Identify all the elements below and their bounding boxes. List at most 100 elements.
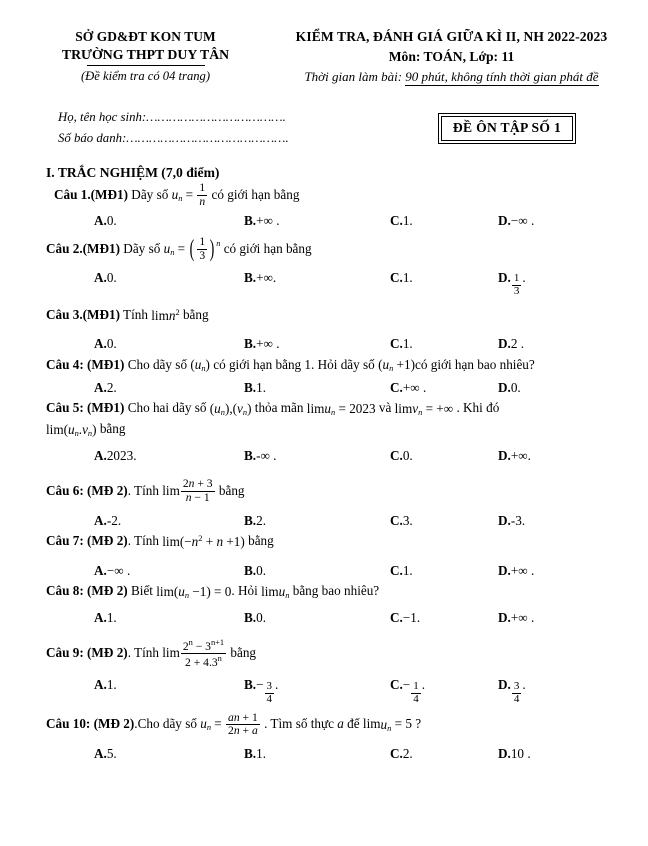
option-key: B. <box>244 677 257 693</box>
question-4-text-before: Cho dãy số <box>124 356 191 372</box>
question-7-label: Câu 7: (MĐ 2) <box>46 532 128 548</box>
question-8-text-after: bằng bao nhiêu? <box>289 582 380 598</box>
option-key: D. <box>498 336 511 352</box>
question-6-option-c[interactable]: C. 3. <box>390 511 498 530</box>
header-left-block: SỞ GD&ĐT KON TUM TRƯỜNG THPT DUY TÂN (Đề… <box>18 26 273 85</box>
option-key: A. <box>94 512 107 528</box>
question-5-option-b[interactable]: B. -∞ . <box>244 446 390 465</box>
question-9-option-c[interactable]: C. −1 4. <box>390 675 498 706</box>
question-5: Câu 5: (MĐ1) Cho hai dãy số (un),(vn) th… <box>46 398 628 465</box>
question-10-stem: Câu 10: (MĐ 2).Cho dãy số un = an + 1 2n … <box>46 711 628 738</box>
option-key: A. <box>94 379 107 395</box>
option-text: 1. <box>106 677 117 693</box>
question-10-label: Câu 10: (MĐ 2) <box>46 716 135 732</box>
question-5-option-a[interactable]: A. 2023. <box>94 446 244 465</box>
student-info-fields: Họ, tên học sinh:………………………………. Số báo da… <box>58 107 388 148</box>
question-3-option-d[interactable]: D. 2 . <box>498 334 598 353</box>
option-key: C. <box>390 512 403 528</box>
question-8-option-d[interactable]: D. +∞ . <box>498 608 598 627</box>
question-4-option-d[interactable]: D. 0. <box>498 378 598 397</box>
question-10-option-d[interactable]: D. 10 . <box>498 744 598 763</box>
question-5-cont-after: bằng <box>96 421 126 437</box>
option-key: A. <box>94 746 107 762</box>
option-text: 1. <box>402 562 413 578</box>
question-3-option-b[interactable]: B. +∞ . <box>244 334 390 353</box>
question-5-seqs: (un),(vn) <box>209 400 252 417</box>
question-1-text-before: Dãy số <box>128 186 172 202</box>
option-text: 1. <box>402 269 413 285</box>
question-7-options: A. −∞ . B. 0. C. 1. D. +∞ . <box>46 561 628 580</box>
option-text: +∞. <box>256 269 277 285</box>
option-key: D. <box>498 512 511 528</box>
option-key: B. <box>244 269 257 285</box>
question-3-option-a[interactable]: A. 0. <box>94 334 244 353</box>
option-text: . <box>522 677 526 693</box>
question-7-option-a[interactable]: A. −∞ . <box>94 561 244 580</box>
question-4-option-b[interactable]: B. 1. <box>244 378 390 397</box>
question-9-option-a[interactable]: A. 1. <box>94 675 244 706</box>
question-1: Câu 1.(MĐ1) Dãy số un = 1n có giới hạn b… <box>46 182 628 230</box>
question-5-text-after: . Khi đó <box>453 400 500 416</box>
question-7-formula: lim(−n2 + n +1) <box>162 533 245 549</box>
option-key: A. <box>94 677 107 693</box>
option-text: 0. <box>106 212 117 228</box>
exam-content: I. TRẮC NGHIỆM (7,0 điểm) Câu 1.(MĐ1) Dã… <box>0 165 648 764</box>
option-key: D. <box>498 746 511 762</box>
question-7-option-c[interactable]: C. 1. <box>390 561 498 580</box>
question-4-option-c[interactable]: C. +∞ . <box>390 378 498 397</box>
header-right-block: KIỂM TRA, ĐÁNH GIÁ GIỮA KÌ II, NH 2022-2… <box>273 26 630 87</box>
question-9-option-d[interactable]: D. 3 4 . <box>498 675 598 706</box>
student-name-line[interactable]: Họ, tên học sinh:………………………………. <box>58 107 388 128</box>
question-8-option-c[interactable]: C. −1. <box>390 608 498 627</box>
option-text: −1. <box>402 610 421 626</box>
question-6: Câu 6: (MĐ 2). Tính lim 2n + 3n − 1 bằng … <box>46 477 628 530</box>
question-5-option-d[interactable]: D. +∞. <box>498 446 598 465</box>
student-id-line[interactable]: Số báo danh:……………………………………. <box>58 128 388 149</box>
question-2-option-c[interactable]: C. 1. <box>390 268 498 299</box>
question-2-options: A. 0. B. +∞. C. 1. D. 1 3 . <box>46 268 628 299</box>
question-1-option-b[interactable]: B. +∞ . <box>244 211 390 230</box>
question-5-options: A. 2023. B. -∞ . C. 0. D. +∞. <box>46 446 628 465</box>
option-text: 1. <box>106 610 117 626</box>
option-key: B. <box>244 212 257 228</box>
option-text: +∞ . <box>510 610 535 626</box>
question-8-options: A. 1. B. 0. C. −1. D. +∞ . <box>46 608 628 627</box>
question-1-option-c[interactable]: C. 1. <box>390 211 498 230</box>
question-8-option-b[interactable]: B. 0. <box>244 608 390 627</box>
question-8-option-a[interactable]: A. 1. <box>94 608 244 627</box>
option-text: −∞ . <box>510 212 535 228</box>
question-4-option-a[interactable]: A. 2. <box>94 378 244 397</box>
time-value: 90 phút, không tính thời gian phát đề <box>405 69 599 87</box>
option-sign: − <box>256 677 264 693</box>
question-7-option-d[interactable]: D. +∞ . <box>498 561 598 580</box>
question-6-stem: Câu 6: (MĐ 2). Tính lim 2n + 3n − 1 bằng <box>46 477 628 505</box>
question-4-options: A. 2. B. 1. C. +∞ . D. 0. <box>46 378 628 397</box>
question-5-option-c[interactable]: C. 0. <box>390 446 498 465</box>
option-key: D. <box>498 447 511 463</box>
question-2-option-a[interactable]: A. 0. <box>94 268 244 299</box>
question-7-option-b[interactable]: B. 0. <box>244 561 390 580</box>
question-2-option-b[interactable]: B. +∞. <box>244 268 390 299</box>
question-3-option-c[interactable]: C. 1. <box>390 334 498 353</box>
question-9-option-b[interactable]: B. −3 4. <box>244 675 390 706</box>
option-key: A. <box>94 610 107 626</box>
option-text: 10 . <box>510 746 531 762</box>
question-2-option-d[interactable]: D. 1 3 . <box>498 268 598 299</box>
question-6-formula: lim 2n + 3n − 1 <box>162 477 215 504</box>
question-10-option-a[interactable]: A. 5. <box>94 744 244 763</box>
option-key: C. <box>390 562 403 578</box>
school-underline <box>86 64 205 67</box>
option-text: 1. <box>256 746 266 762</box>
option-text: 5. <box>106 746 117 762</box>
question-5-text-mid: thỏa mãn <box>251 400 307 416</box>
question-1-option-a[interactable]: A. 0. <box>94 211 244 230</box>
option-key: B. <box>244 447 257 463</box>
question-10-option-b[interactable]: B. 1. <box>244 744 390 763</box>
question-6-option-d[interactable]: D. -3. <box>498 511 598 530</box>
question-8-limit-un: limun <box>261 583 290 600</box>
question-10-option-c[interactable]: C. 2. <box>390 744 498 763</box>
question-6-option-b[interactable]: B. 2. <box>244 511 390 530</box>
question-1-option-d[interactable]: D. −∞ . <box>498 211 598 230</box>
question-5-stem-cont: lim(un.vn) bằng <box>46 419 628 440</box>
question-6-option-a[interactable]: A. -2. <box>94 511 244 530</box>
